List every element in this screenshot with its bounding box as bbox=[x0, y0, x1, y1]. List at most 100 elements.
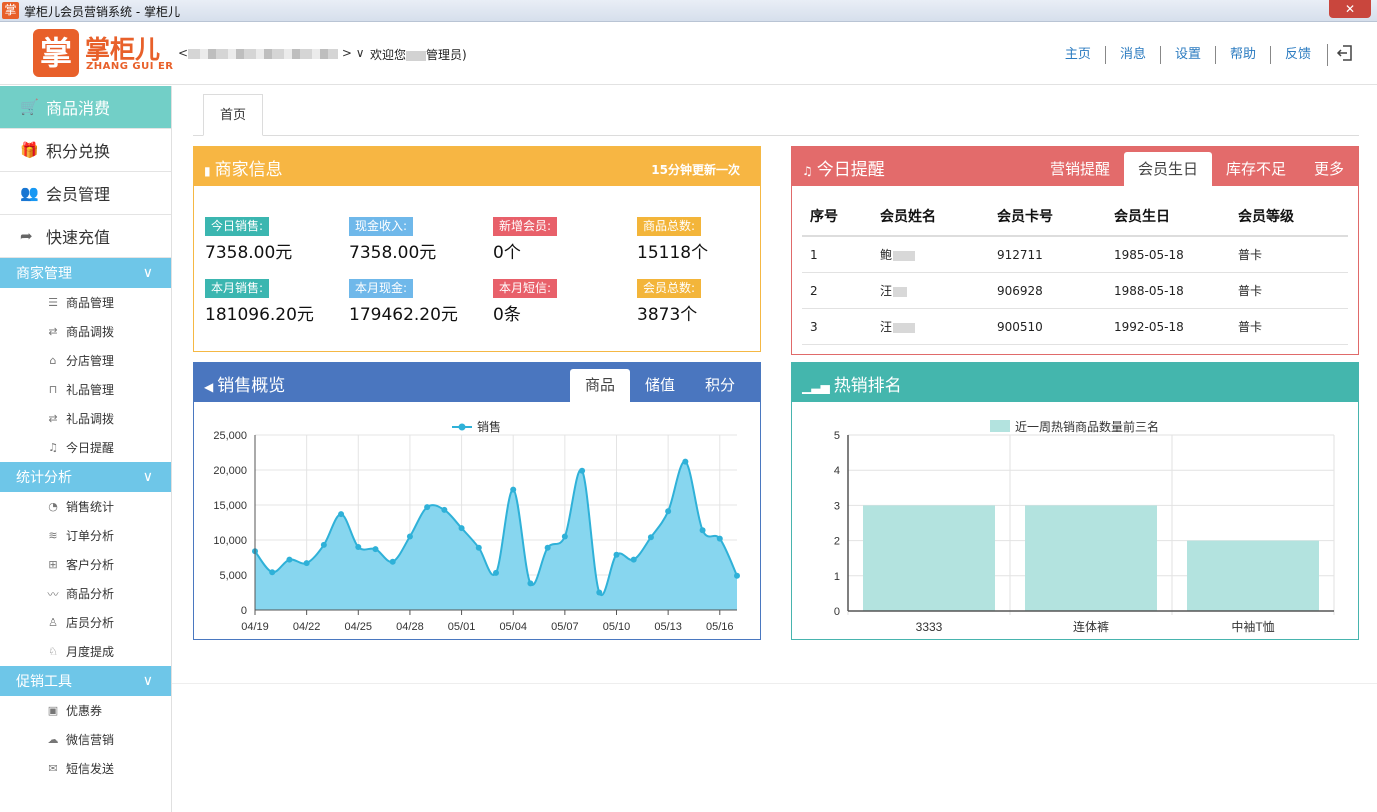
cell-level: 普卡 bbox=[1230, 272, 1348, 309]
x-tick-label: 05/04 bbox=[499, 621, 527, 633]
shop-selector[interactable]: < > ∨ bbox=[178, 46, 365, 60]
stat-goods-total: 商品总数: 15118个 bbox=[637, 217, 777, 263]
close-button[interactable]: ✕ bbox=[1329, 0, 1371, 18]
sidebar-item-goods-consume[interactable]: 🛒 商品消费 bbox=[0, 86, 171, 129]
stat-month-sales: 本月销售: 181096.20元 bbox=[205, 279, 345, 325]
y-tick-label: 25,000 bbox=[213, 430, 247, 442]
sidebar-item-goods-analysis[interactable]: 〰商品分析 bbox=[0, 579, 171, 608]
tab-points[interactable]: 积分 bbox=[690, 369, 750, 402]
logout-icon[interactable] bbox=[1327, 44, 1352, 66]
sidebar-item-label: 月度提成 bbox=[66, 645, 115, 659]
sidebar-item-staff-analysis[interactable]: ♙ 店员分析 bbox=[0, 608, 171, 637]
col-level: 会员等级 bbox=[1230, 197, 1348, 237]
shuffle-icon: ⇄ bbox=[48, 325, 58, 338]
stat-label: 商品总数: bbox=[637, 217, 702, 236]
table-row[interactable]: 1 鲍 912711 1985-05-18 普卡 bbox=[802, 236, 1348, 273]
data-point bbox=[596, 589, 603, 596]
sidebar-item-customer-analysis[interactable]: ⊞ 客户分析 bbox=[0, 550, 171, 579]
name-visible: 鲍 bbox=[880, 248, 893, 262]
cell-name: 汪 bbox=[872, 272, 989, 309]
stat-label: 会员总数: bbox=[637, 279, 702, 298]
data-point bbox=[269, 569, 276, 576]
sidebar-item-label: 短信发送 bbox=[66, 762, 115, 776]
cell-card-no: 906928 bbox=[989, 272, 1106, 309]
sidebar-item-label: 商品管理 bbox=[66, 296, 115, 310]
sidebar-item-goods-transfer[interactable]: ⇄ 商品调拨 bbox=[0, 317, 171, 346]
x-tick-label: 04/22 bbox=[293, 621, 321, 633]
stat-value: 179462.20元 bbox=[349, 305, 458, 325]
y-tick-label: 20,000 bbox=[213, 465, 247, 477]
sidebar-item-sms-send[interactable]: ✉ 短信发送 bbox=[0, 754, 171, 783]
tab-more[interactable]: 更多 bbox=[1300, 152, 1358, 186]
sidebar-group-statistics[interactable]: 统计分析 ∨ bbox=[0, 462, 171, 492]
tab-home[interactable]: 首页 bbox=[203, 94, 263, 136]
sidebar-item-member-manage[interactable]: 👥 会员管理 bbox=[0, 172, 171, 215]
sidebar-item-points-exchange[interactable]: 🎁 积分兑换 bbox=[0, 129, 171, 172]
nav-messages[interactable]: 消息 bbox=[1104, 46, 1160, 64]
stat-cash-income: 现金收入: 7358.00元 bbox=[349, 217, 489, 263]
col-card-no: 会员卡号 bbox=[989, 197, 1106, 237]
cell-birthday: 1985-05-18 bbox=[1106, 236, 1230, 273]
sidebar-group-promotion[interactable]: 促销工具 ∨ bbox=[0, 666, 171, 696]
hot-sales-panel: ▁▃▅ 热销排名 0 1 2 3 4 5 3333 连体裤 中袖T恤 近一周热销商品数量前三名 bbox=[791, 362, 1359, 640]
cell-card-no: 912711 bbox=[989, 236, 1106, 273]
x-tick-label: 04/28 bbox=[396, 621, 424, 633]
sidebar-item-gift-transfer[interactable]: ⇄ 礼品调拨 bbox=[0, 404, 171, 433]
chevron-down-icon: ∨ bbox=[142, 469, 153, 485]
bag-icon: ⊓ bbox=[48, 383, 58, 396]
name-redacted bbox=[893, 322, 916, 333]
sales-overview-panel: ◀ 销售概览 商品 储值 积分 0 5,000 10,000 15,000 20,000 2… bbox=[193, 362, 761, 640]
hot-sales-bar-chart: 0 1 2 3 4 5 3333 连体裤 中袖T恤 近一周热销商品数量前三名 bbox=[834, 419, 1335, 634]
panel-title: ♫ 今日提醒 bbox=[802, 155, 885, 180]
sidebar-item-label: 今日提醒 bbox=[66, 441, 115, 455]
sidebar-item-wechat-marketing[interactable]: ☁ 微信营销 bbox=[0, 725, 171, 754]
panel-header: ♫ 今日提醒 营销提醒 会员生日 库存不足 更多 bbox=[792, 147, 1358, 186]
data-point bbox=[355, 544, 362, 550]
table-row[interactable]: 2 汪 906928 1988-05-18 普卡 bbox=[802, 272, 1348, 309]
top-nav: 主页 消息 设置 帮助 反馈 bbox=[1051, 46, 1325, 64]
window-titlebar: 掌 掌柜儿会员营销系统 - 掌柜儿 ✕ bbox=[0, 0, 1377, 22]
sidebar-item-label: 快速充值 bbox=[46, 228, 111, 247]
y-tick-label: 10,000 bbox=[213, 535, 247, 547]
tab-stored-value[interactable]: 储值 bbox=[630, 369, 690, 402]
nav-feedback[interactable]: 反馈 bbox=[1269, 46, 1325, 64]
list-icon: ☰ bbox=[48, 296, 58, 309]
sidebar-item-goods-manage[interactable]: ☰ 商品管理 bbox=[0, 288, 171, 317]
data-point bbox=[613, 551, 620, 558]
sidebar-item-coupon[interactable]: ▣ 优惠券 bbox=[0, 696, 171, 725]
data-point bbox=[699, 527, 706, 534]
tab-marketing-reminder[interactable]: 营销提醒 bbox=[1036, 152, 1124, 186]
data-point bbox=[630, 556, 637, 563]
nav-help[interactable]: 帮助 bbox=[1214, 46, 1270, 64]
y-tick-label: 3 bbox=[834, 500, 840, 512]
sidebar-item-branch-manage[interactable]: ⌂ 分店管理 bbox=[0, 346, 171, 375]
tab-member-birthday[interactable]: 会员生日 bbox=[1123, 152, 1212, 186]
sidebar-item-today-reminder[interactable]: ♫ 今日提醒 bbox=[0, 433, 171, 462]
merchant-info-panel: ▮ 商家信息 15分钟更新一次 今日销售: 7358.00元 现金收入: 7358.0… bbox=[193, 146, 761, 352]
nav-settings[interactable]: 设置 bbox=[1159, 46, 1215, 64]
tab-low-stock[interactable]: 库存不足 bbox=[1212, 152, 1300, 186]
sidebar-item-quick-recharge[interactable]: ➦ 快速充值 bbox=[0, 215, 171, 258]
sidebar-item-sales-stats[interactable]: ◔ 销售统计 bbox=[0, 492, 171, 521]
x-tick-label: 05/13 bbox=[654, 621, 682, 633]
sidebar-item-gift-manage[interactable]: ⊓ 礼品管理 bbox=[0, 375, 171, 404]
sidebar-group-merchant[interactable]: 商家管理 ∨ bbox=[0, 258, 171, 288]
data-point bbox=[510, 486, 517, 493]
sidebar-item-label: 销售统计 bbox=[66, 500, 115, 514]
table-row[interactable]: 3 汪 900510 1992-05-18 普卡 bbox=[802, 308, 1348, 345]
nav-home[interactable]: 主页 bbox=[1051, 46, 1105, 64]
sidebar-item-monthly-commission[interactable]: ♘ 月度提成 bbox=[0, 637, 171, 666]
stat-month-sms: 本月短信: 0条 bbox=[493, 279, 633, 325]
cell-name: 鲍 bbox=[872, 236, 989, 273]
signal-icon: ▁▃▅ bbox=[802, 380, 830, 394]
legend-label: 近一周热销商品数量前三名 bbox=[1015, 419, 1159, 434]
bar bbox=[1187, 540, 1319, 611]
data-point bbox=[320, 541, 327, 548]
y-tick-label: 1 bbox=[834, 571, 840, 583]
data-point bbox=[647, 534, 654, 541]
sidebar-item-order-analysis[interactable]: ≋ 订单分析 bbox=[0, 521, 171, 550]
shop-selector-close: > ∨ bbox=[341, 46, 365, 60]
sidebar-item-label: 商品调拨 bbox=[66, 325, 115, 339]
tab-goods[interactable]: 商品 bbox=[569, 369, 630, 402]
brand-logo[interactable]: 掌 掌柜儿 ZHANG GUI ER bbox=[33, 29, 173, 77]
